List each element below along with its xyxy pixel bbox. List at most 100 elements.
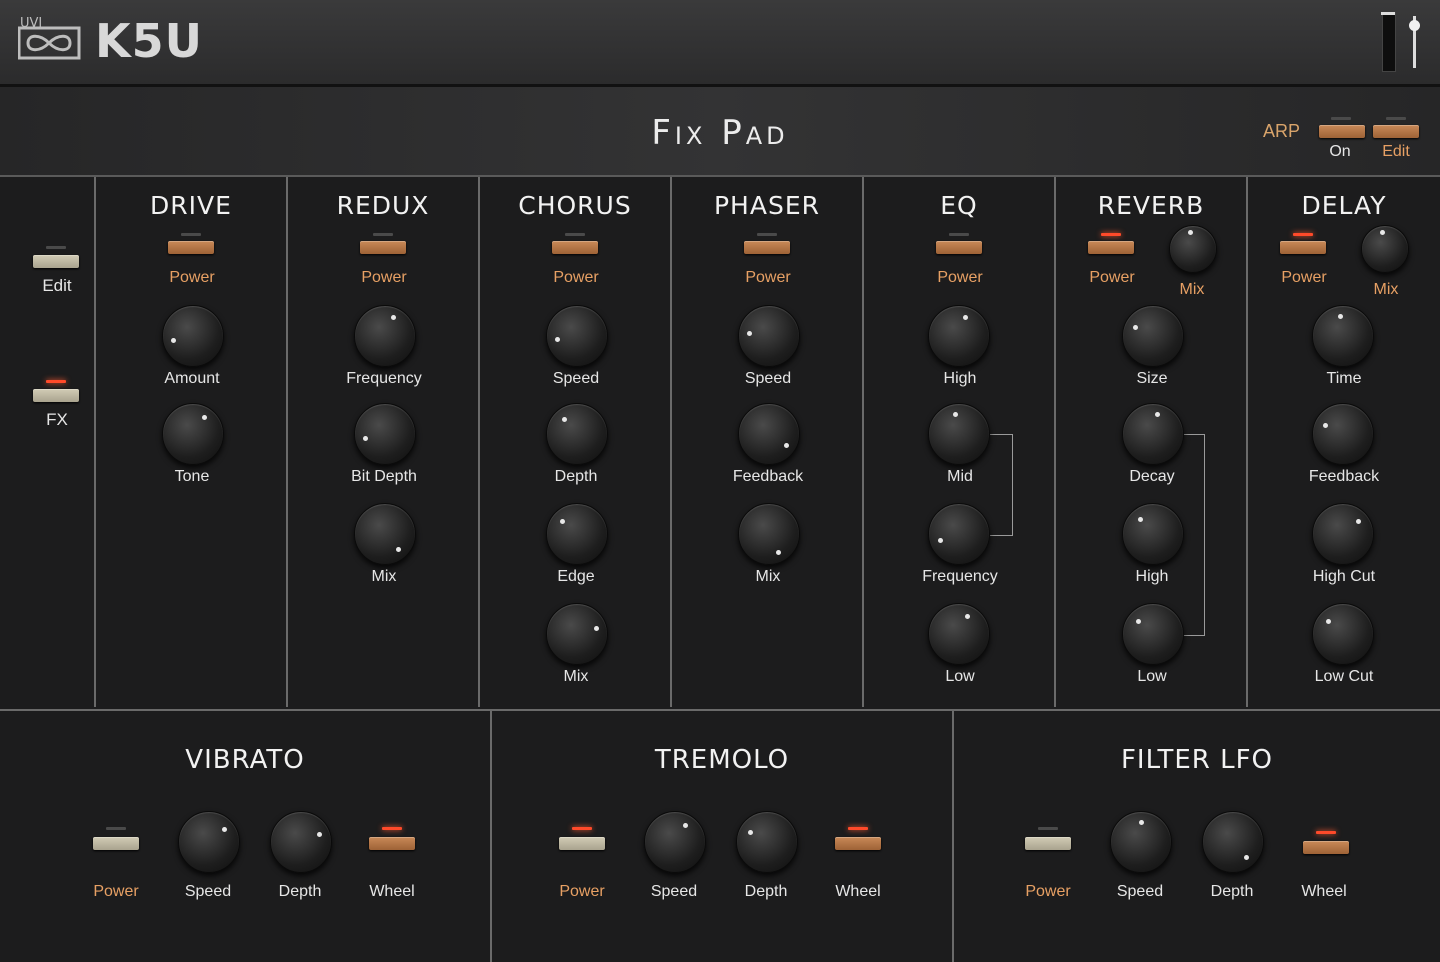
phaser-feedback-label: Feedback — [732, 468, 804, 485]
reverb-mix-knob[interactable] — [1169, 225, 1217, 273]
eq-frequency-knob[interactable] — [928, 503, 990, 565]
delay-title: DELAY — [1301, 191, 1387, 220]
delay-mix-knob[interactable] — [1361, 225, 1409, 273]
eq-power-led — [949, 233, 969, 236]
chorus-mix-label: Mix — [563, 668, 589, 685]
tremolo-title: TREMOLO — [654, 745, 790, 775]
redux-frequency-label: Frequency — [346, 370, 422, 387]
master-volume-handle[interactable] — [1409, 20, 1420, 31]
chorus-speed-knob[interactable] — [546, 305, 608, 367]
chorus-panel: CHORUS Power Speed Depth Edge Mix — [480, 177, 672, 707]
filter-lfo-depth-knob[interactable] — [1202, 811, 1264, 873]
tremolo-depth-knob[interactable] — [736, 811, 798, 873]
vibrato-depth-knob[interactable] — [270, 811, 332, 873]
drive-tone-knob[interactable] — [162, 403, 224, 465]
tremolo-speed-knob[interactable] — [644, 811, 706, 873]
arp-on-led — [1331, 117, 1351, 120]
fx-button[interactable] — [33, 389, 79, 402]
reverb-low-knob[interactable] — [1122, 603, 1184, 665]
delay-lowcut-knob[interactable] — [1312, 603, 1374, 665]
redux-bitdepth-knob[interactable] — [354, 403, 416, 465]
delay-power-led — [1293, 233, 1313, 236]
delay-time-knob[interactable] — [1312, 305, 1374, 367]
product-name: K5U — [95, 14, 204, 68]
delay-highcut-knob[interactable] — [1312, 503, 1374, 565]
chorus-mix-knob[interactable] — [546, 603, 608, 665]
reverb-link-bracket — [1182, 434, 1205, 636]
drive-power-label: Power — [169, 269, 215, 286]
chorus-power-led — [565, 233, 585, 236]
redux-bitdepth-label: Bit Depth — [351, 468, 417, 485]
phaser-speed-knob[interactable] — [738, 305, 800, 367]
arp-edit-led — [1386, 117, 1406, 120]
arp-on-button[interactable] — [1319, 125, 1365, 138]
eq-mid-label: Mid — [947, 468, 973, 485]
drive-tone-label: Tone — [174, 468, 210, 485]
filter-lfo-power-led — [1038, 827, 1058, 830]
eq-low-knob[interactable] — [928, 603, 990, 665]
chorus-power-button[interactable] — [552, 241, 598, 254]
reverb-high-knob[interactable] — [1122, 503, 1184, 565]
redux-mix-label: Mix — [371, 568, 397, 585]
chorus-edge-knob[interactable] — [546, 503, 608, 565]
filter-lfo-speed-knob[interactable] — [1110, 811, 1172, 873]
vibrato-wheel-button[interactable] — [369, 837, 415, 850]
filter-lfo-wheel-button[interactable] — [1303, 841, 1349, 854]
delay-feedback-knob[interactable] — [1312, 403, 1374, 465]
phaser-mix-label: Mix — [755, 568, 781, 585]
arp-label: ARP — [1263, 121, 1301, 141]
tremolo-power-button[interactable] — [559, 837, 605, 850]
eq-high-knob[interactable] — [928, 305, 990, 367]
reverb-power-button[interactable] — [1088, 241, 1134, 254]
drive-power-led — [181, 233, 201, 236]
phaser-panel: PHASER Power Speed Feedback Mix — [672, 177, 864, 707]
reverb-size-label: Size — [1136, 370, 1168, 387]
redux-frequency-knob[interactable] — [354, 305, 416, 367]
chorus-depth-knob[interactable] — [546, 403, 608, 465]
filter-lfo-power-button[interactable] — [1025, 837, 1071, 850]
arp-edit-button[interactable] — [1373, 125, 1419, 138]
eq-title: EQ — [940, 191, 978, 220]
phaser-feedback-knob[interactable] — [738, 403, 800, 465]
reverb-high-label: High — [1135, 568, 1169, 585]
redux-mix-knob[interactable] — [354, 503, 416, 565]
redux-panel: REDUX Power Frequency Bit Depth Mix — [288, 177, 480, 707]
phaser-mix-knob[interactable] — [738, 503, 800, 565]
eq-frequency-label: Frequency — [922, 568, 998, 585]
phaser-power-button[interactable] — [744, 241, 790, 254]
eq-power-label: Power — [937, 269, 983, 286]
delay-time-label: Time — [1326, 370, 1362, 387]
output-meter — [1382, 12, 1396, 72]
delay-mix-label: Mix — [1373, 281, 1399, 298]
reverb-size-knob[interactable] — [1122, 305, 1184, 367]
arp-edit-label: Edit — [1382, 143, 1410, 160]
preset-name[interactable]: Fix Pad — [0, 113, 1440, 153]
phaser-power-label: Power — [745, 269, 791, 286]
preset-bar: Fix Pad ARP On Edit — [0, 87, 1440, 177]
eq-power-button[interactable] — [936, 241, 982, 254]
eq-panel: EQ Power High Mid Frequency Low — [864, 177, 1056, 707]
vibrato-power-button[interactable] — [93, 837, 139, 850]
meter-peak — [1381, 12, 1395, 15]
delay-panel: DELAY Power Mix Time Feedback High Cut L… — [1248, 177, 1440, 707]
edit-button[interactable] — [33, 255, 79, 268]
reverb-mix-label: Mix — [1179, 281, 1205, 298]
vibrato-panel: VIBRATO Power Speed Depth Wheel — [0, 709, 492, 962]
delay-power-button[interactable] — [1280, 241, 1326, 254]
tremolo-wheel-button[interactable] — [835, 837, 881, 850]
tremolo-wheel-led — [848, 827, 868, 830]
eq-high-label: High — [943, 370, 977, 387]
drive-amount-label: Amount — [164, 370, 220, 387]
drive-amount-knob[interactable] — [162, 305, 224, 367]
eq-mid-knob[interactable] — [928, 403, 990, 465]
phaser-speed-label: Speed — [744, 370, 792, 387]
sidebar: Edit FX — [0, 177, 96, 707]
redux-power-button[interactable] — [360, 241, 406, 254]
eq-low-label: Low — [945, 668, 975, 685]
reverb-decay-knob[interactable] — [1122, 403, 1184, 465]
reverb-low-label: Low — [1137, 668, 1167, 685]
drive-power-button[interactable] — [168, 241, 214, 254]
fx-led — [46, 380, 66, 383]
vibrato-power-led — [106, 827, 126, 830]
vibrato-speed-knob[interactable] — [178, 811, 240, 873]
